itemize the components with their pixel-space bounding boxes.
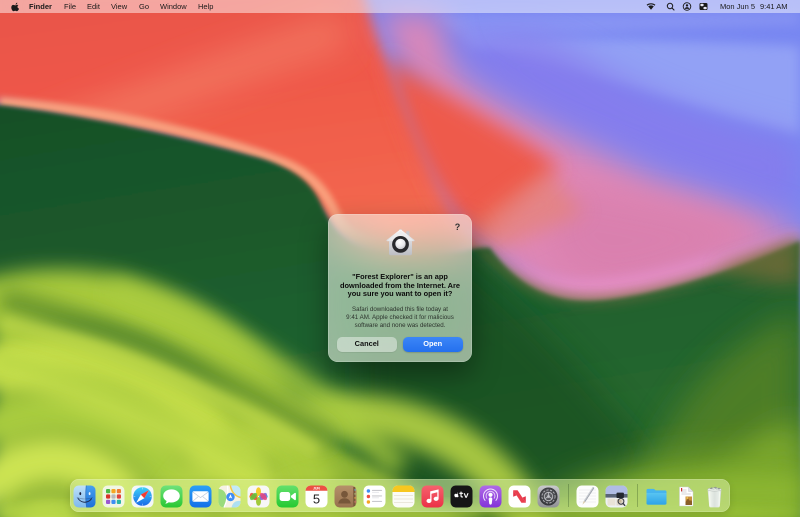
svg-text:5: 5 <box>313 491 320 506</box>
svg-text:JUN: JUN <box>313 486 320 490</box>
